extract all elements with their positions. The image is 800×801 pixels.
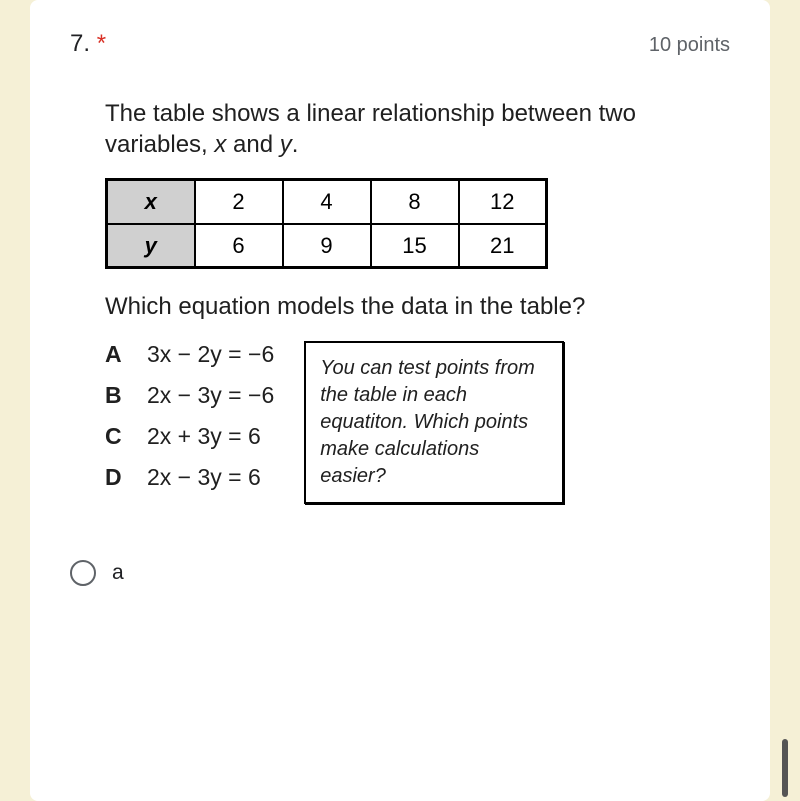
- points-label: 10 points: [649, 34, 730, 57]
- answer-choice-c: C 2x + 3y = 6: [105, 423, 274, 450]
- answer-text: 2x − 3y = −6: [147, 382, 274, 409]
- data-table: x 2 4 8 12 y 6 9 15 21: [105, 178, 548, 269]
- question-card: 7. * 10 points The table shows a linear …: [30, 0, 770, 801]
- number-text: 7.: [70, 30, 90, 57]
- table-cell: 6: [195, 224, 283, 268]
- answer-choice-d: D 2x − 3y = 6: [105, 464, 274, 491]
- prompt-text: The table shows a linear relationship be…: [105, 98, 695, 160]
- table-cell: 2: [195, 180, 283, 224]
- row-header-x: x: [107, 180, 195, 224]
- hint-box: You can test points from the table in ea…: [304, 341, 564, 504]
- answer-choice-b: B 2x − 3y = −6: [105, 382, 274, 409]
- answers-row: A 3x − 2y = −6 B 2x − 3y = −6 C 2x + 3y …: [105, 341, 695, 505]
- prompt-var-x: x: [214, 131, 226, 158]
- answer-text: 2x + 3y = 6: [147, 423, 261, 450]
- radio-icon[interactable]: [70, 560, 96, 586]
- table-cell: 21: [459, 224, 547, 268]
- option-label: a: [112, 561, 124, 585]
- answer-text: 2x − 3y = 6: [147, 464, 261, 491]
- table-row: y 6 9 15 21: [107, 224, 547, 268]
- question-body: The table shows a linear relationship be…: [105, 98, 695, 505]
- answer-letter: A: [105, 341, 147, 368]
- answers-list: A 3x − 2y = −6 B 2x − 3y = −6 C 2x + 3y …: [105, 341, 274, 505]
- answer-choice-a: A 3x − 2y = −6: [105, 341, 274, 368]
- table-cell: 12: [459, 180, 547, 224]
- table-cell: 4: [283, 180, 371, 224]
- prompt-end: .: [292, 131, 299, 158]
- prompt-part1: The table shows a linear relationship be…: [105, 100, 636, 158]
- table-cell: 9: [283, 224, 371, 268]
- answer-letter: D: [105, 464, 147, 491]
- answer-letter: B: [105, 382, 147, 409]
- prompt-var-y: y: [280, 131, 292, 158]
- subprompt-text: Which equation models the data in the ta…: [105, 291, 695, 322]
- table-cell: 8: [371, 180, 459, 224]
- table-row: x 2 4 8 12: [107, 180, 547, 224]
- prompt-mid: and: [226, 131, 279, 158]
- radio-option-a[interactable]: a: [60, 560, 740, 586]
- row-header-y: y: [107, 224, 195, 268]
- question-number: 7. *: [70, 30, 106, 58]
- required-asterisk: *: [97, 30, 106, 57]
- question-header: 7. * 10 points: [60, 30, 740, 58]
- scrollbar-thumb[interactable]: [782, 739, 788, 797]
- answer-letter: C: [105, 423, 147, 450]
- table-cell: 15: [371, 224, 459, 268]
- answer-text: 3x − 2y = −6: [147, 341, 274, 368]
